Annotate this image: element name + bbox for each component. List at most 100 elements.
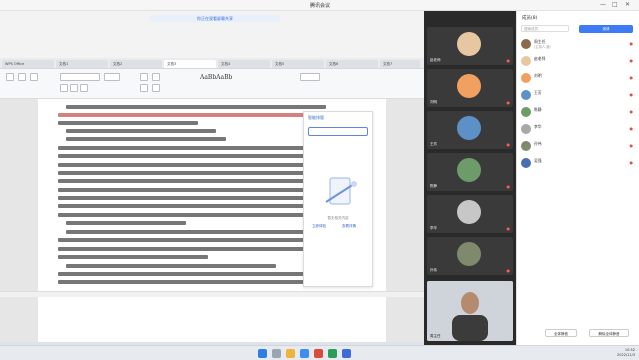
panel-header: 智能排版	[308, 115, 324, 120]
mic-off-icon[interactable]: ●	[630, 143, 634, 148]
wps-tab-strip: WPS Office 文档1 文档2 文档3 文档4 文档5 文档6 文档7	[0, 58, 424, 69]
mic-off-icon: ●	[506, 268, 511, 273]
wps-tab-home[interactable]: WPS Office	[2, 60, 54, 68]
member-name: 刘明	[534, 73, 542, 78]
mic-off-icon[interactable]: ●	[630, 58, 634, 63]
wps-tab-active[interactable]: 文档3	[164, 60, 216, 68]
wps-tab[interactable]: 文档1	[56, 60, 108, 68]
folder-icon[interactable]	[286, 349, 295, 358]
bullet-list-icon[interactable]	[140, 73, 148, 81]
video-tile[interactable]: 李华 ●	[427, 195, 513, 233]
cut-icon[interactable]	[18, 73, 26, 81]
avatar	[457, 74, 481, 98]
panel-caption: 暂无相关内容	[327, 216, 349, 220]
mic-off-icon[interactable]: ●	[630, 160, 634, 165]
video-tile[interactable]: 王芳 ●	[427, 111, 513, 149]
meeting-icon[interactable]	[342, 349, 351, 358]
member-name: 李华	[534, 124, 542, 129]
host-taskbar: 10:52 2022/11/3	[0, 345, 639, 360]
system-clock[interactable]: 10:52 2022/11/3	[617, 348, 635, 358]
bold-icon[interactable]	[60, 84, 68, 92]
text-line	[58, 247, 320, 251]
panel-link-detail[interactable]: 查看详情	[342, 224, 356, 229]
wps-tab[interactable]: 文档4	[218, 60, 270, 68]
wps-tab[interactable]: 文档2	[110, 60, 162, 68]
text-line	[58, 146, 320, 150]
panel-input[interactable]	[308, 127, 368, 136]
unmute-all-button[interactable]: 解除全体静音	[589, 329, 629, 337]
panel-link-try[interactable]: 立即体验	[312, 224, 326, 229]
search-icon[interactable]	[272, 349, 281, 358]
italic-icon[interactable]	[70, 84, 78, 92]
member-role: (主持人,我)	[534, 45, 551, 49]
video-tile[interactable]: 刘明 ●	[427, 69, 513, 107]
mic-off-icon[interactable]: ●	[630, 109, 634, 114]
member-row[interactable]: 陈静 ●	[521, 105, 635, 120]
member-row[interactable]: 刘明 ●	[521, 71, 635, 86]
member-name: 赵老师	[534, 56, 546, 61]
start-icon[interactable]	[258, 349, 267, 358]
text-line	[58, 163, 320, 167]
member-name: 王芳	[534, 90, 542, 95]
member-row[interactable]: 赵老师 ●	[521, 54, 635, 69]
underline-icon[interactable]	[80, 84, 88, 92]
text-line	[58, 154, 320, 158]
member-search-input[interactable]: 搜索成员	[521, 25, 569, 32]
paste-icon[interactable]	[6, 73, 14, 81]
mic-off-icon[interactable]: ●	[630, 75, 634, 80]
maximize-button[interactable]: □	[612, 1, 618, 8]
wps-tab[interactable]: 文档6	[326, 60, 378, 68]
video-name: 刘明	[430, 100, 437, 104]
wps-tab[interactable]: 文档5	[272, 60, 324, 68]
text-line	[58, 196, 320, 200]
member-header: 成员(8)	[522, 16, 538, 21]
video-tile[interactable]: 赵老师 ●	[427, 27, 513, 65]
text-line	[66, 137, 226, 141]
video-tile[interactable]: 陈静 ●	[427, 153, 513, 191]
member-row[interactable]: 吴强 ●	[521, 156, 635, 171]
align-center-icon[interactable]	[152, 84, 160, 92]
mic-off-icon: ●	[506, 226, 511, 231]
video-name: 孙伟	[430, 268, 437, 272]
avatar	[521, 141, 531, 151]
invite-button[interactable]: 邀请	[579, 25, 633, 33]
clock-date: 2022/11/3	[617, 353, 635, 357]
member-row[interactable]: 周主任 (主持人,我) ●	[521, 37, 635, 52]
wps-icon[interactable]	[314, 349, 323, 358]
browser-icon[interactable]	[300, 349, 309, 358]
minimize-button[interactable]: —	[600, 1, 606, 8]
align-left-icon[interactable]	[140, 84, 148, 92]
avatar	[457, 242, 481, 266]
find-replace-icon[interactable]	[300, 73, 320, 81]
font-size-select[interactable]	[104, 73, 120, 81]
avatar	[521, 90, 531, 100]
meeting-title: 腾讯会议	[310, 3, 331, 9]
video-name: 陈静	[430, 184, 437, 188]
mic-off-icon[interactable]: ●	[630, 92, 634, 97]
text-line	[66, 264, 276, 268]
mic-off-icon[interactable]: ●	[630, 41, 634, 46]
wps-tab[interactable]: 文档7	[380, 60, 420, 68]
mic-off-icon[interactable]: ●	[630, 126, 634, 131]
speaker-video[interactable]: 周主任	[427, 281, 513, 341]
video-name: 赵老师	[430, 58, 441, 62]
copy-icon[interactable]	[30, 73, 38, 81]
member-row[interactable]: 李华 ●	[521, 122, 635, 137]
smart-layout-panel: 智能排版 暂无相关内容 立即体验 查看详情	[303, 111, 373, 287]
text-line	[58, 113, 326, 117]
text-line	[58, 188, 320, 192]
wechat-icon[interactable]	[328, 349, 337, 358]
numbered-list-icon[interactable]	[152, 73, 160, 81]
mute-all-button[interactable]: 全体静音	[545, 329, 577, 337]
video-tile[interactable]: 孙伟 ●	[427, 237, 513, 275]
font-family-select[interactable]	[60, 73, 100, 81]
style-gallery[interactable]: AaBbAaBb	[200, 74, 232, 81]
shared-screen: 你正在观看屏幕共享 WPS Office 文档1 文档2 文档3 文档4 文档5…	[0, 11, 424, 356]
avatar	[521, 56, 531, 66]
text-line	[58, 179, 320, 183]
close-button[interactable]: ✕	[625, 1, 630, 8]
member-row[interactable]: 孙伟 ●	[521, 139, 635, 154]
share-status-bar[interactable]: 你正在观看屏幕共享	[150, 15, 280, 22]
member-row[interactable]: 王芳 ●	[521, 88, 635, 103]
text-line	[58, 238, 320, 242]
